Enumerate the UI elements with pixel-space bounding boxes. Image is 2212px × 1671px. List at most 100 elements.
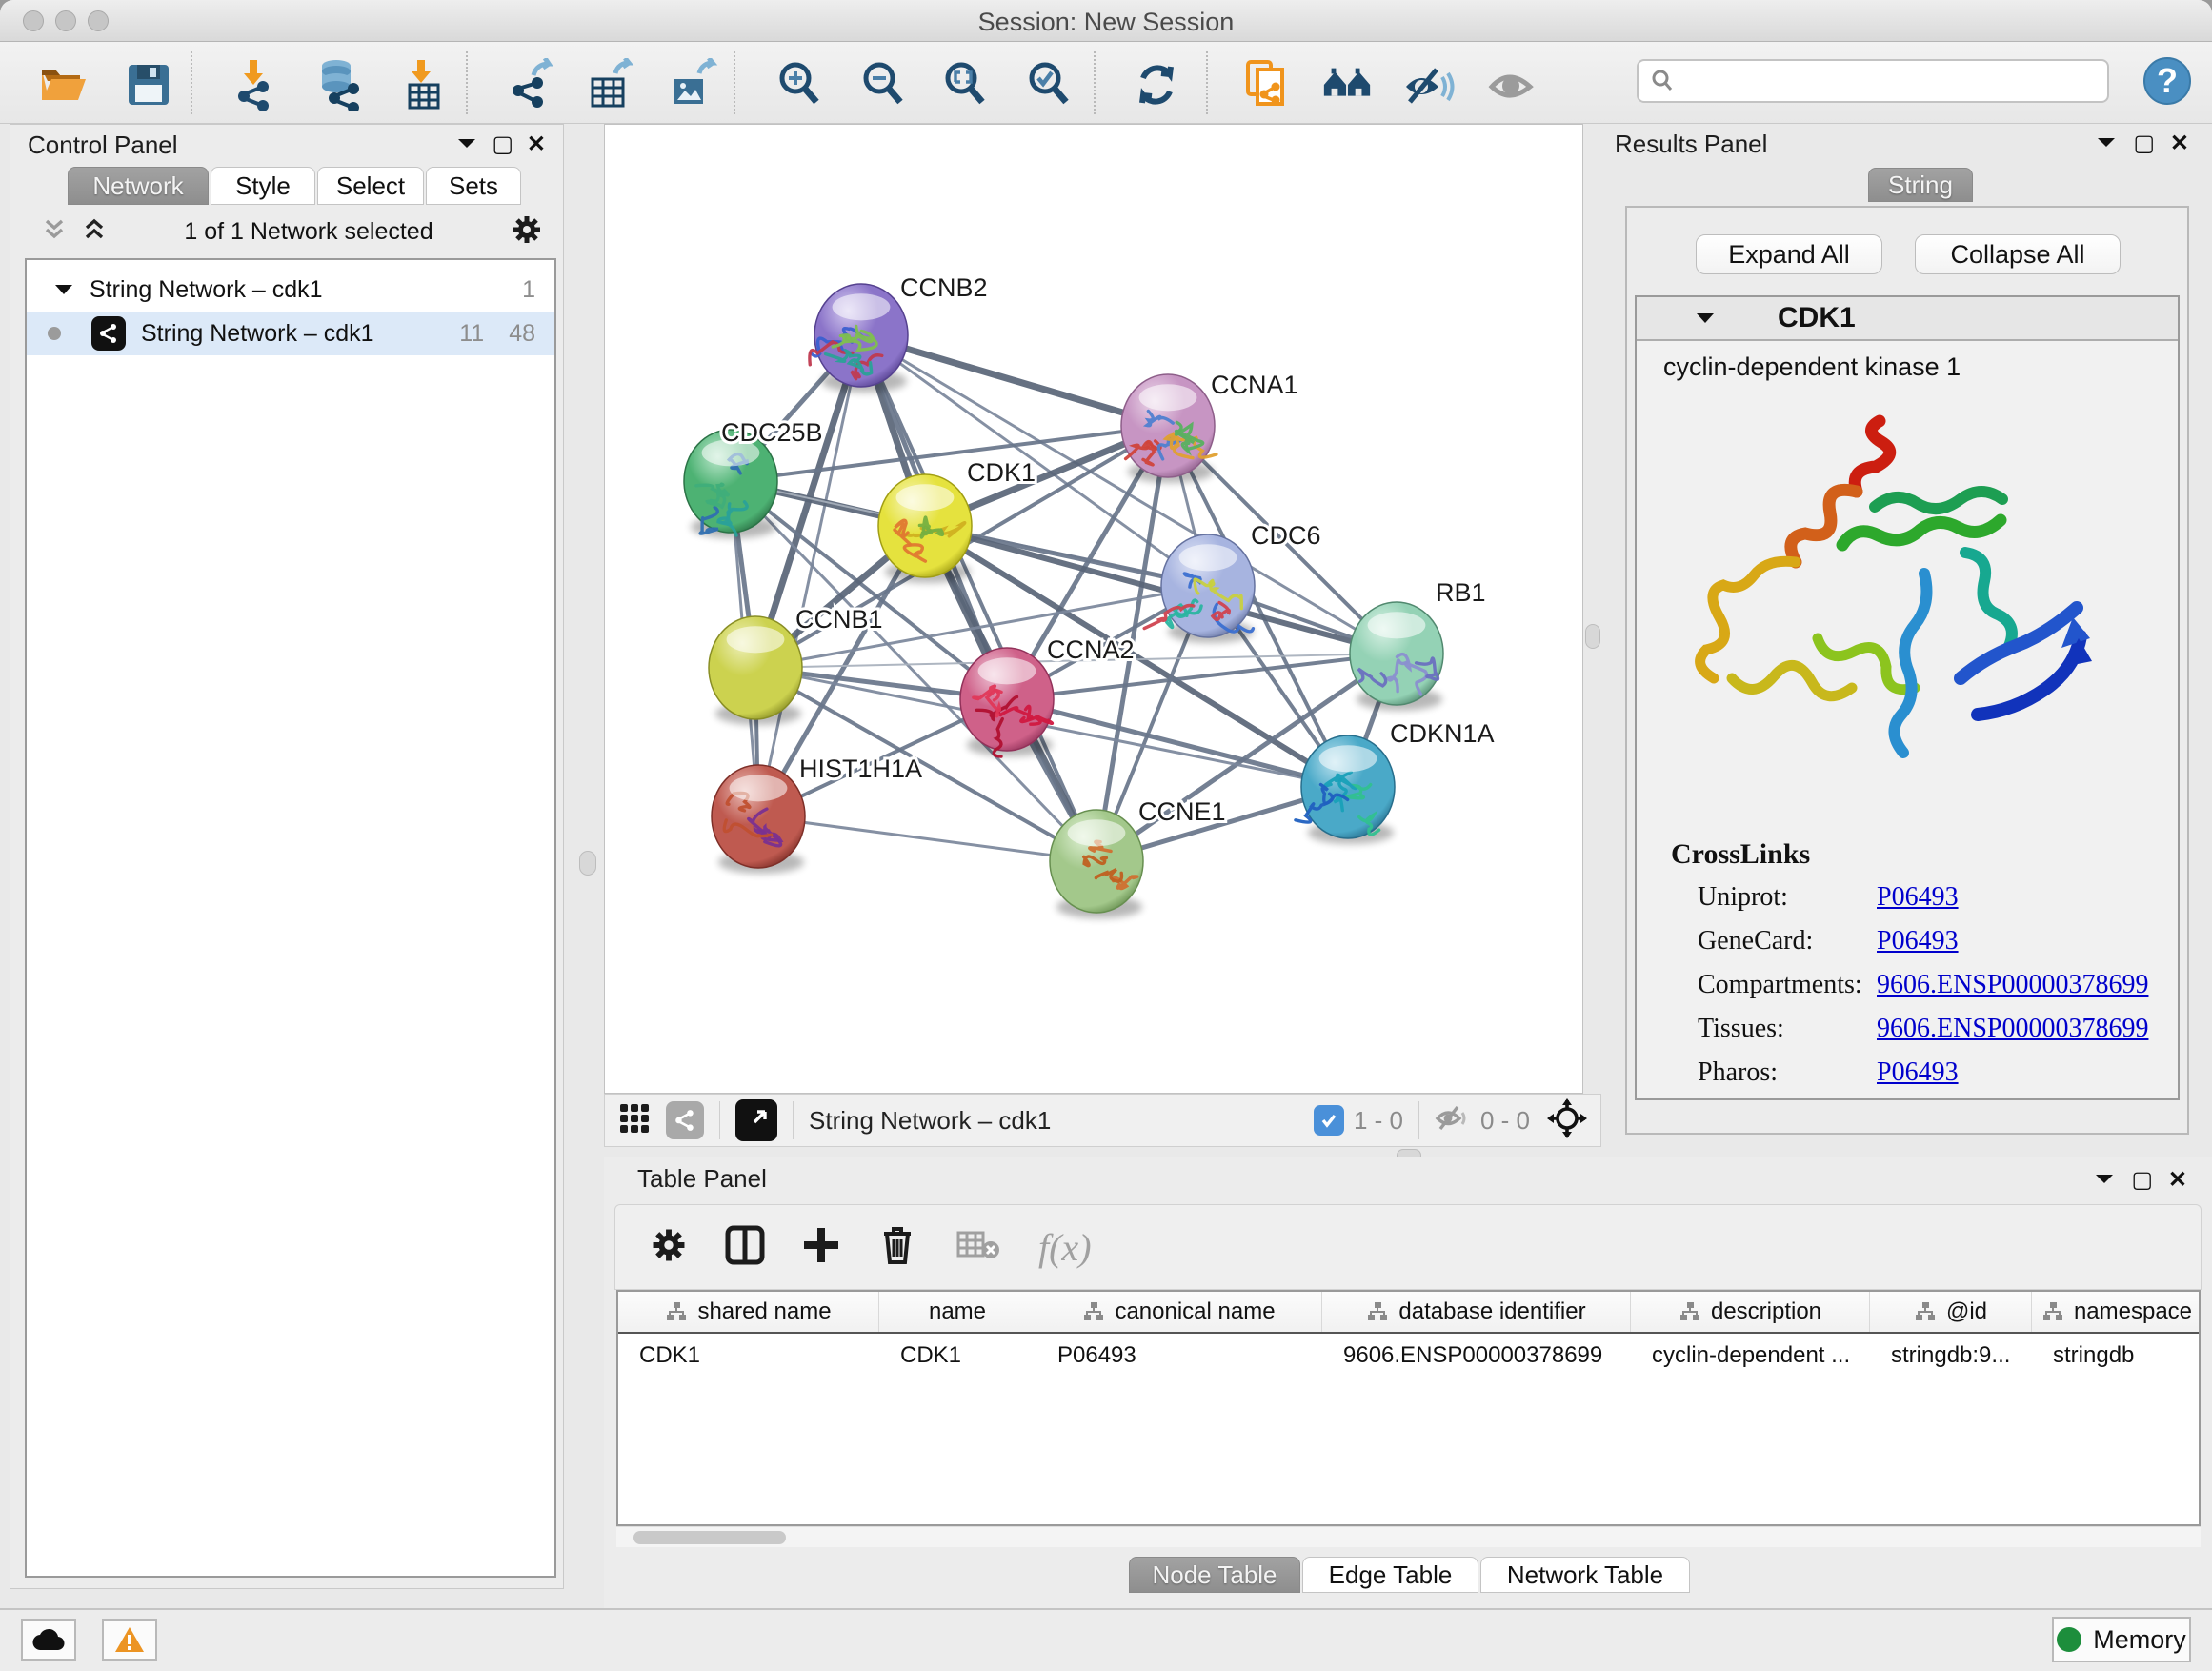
- crosslink-link[interactable]: 9606.ENSP00000378699: [1877, 970, 2148, 1000]
- table-settings-gear-icon[interactable]: [650, 1226, 688, 1269]
- tab-string[interactable]: String: [1868, 168, 1973, 202]
- add-column-icon[interactable]: [800, 1224, 842, 1271]
- table-panel-menu-arrow[interactable]: [2092, 1168, 2117, 1194]
- scrollbar-thumb[interactable]: [633, 1531, 786, 1544]
- warnings-button[interactable]: [102, 1619, 157, 1661]
- table-row[interactable]: CDK1CDK1P064939606.ENSP00000378699cyclin…: [618, 1334, 2199, 1378]
- section-collapse-arrow[interactable]: [1694, 309, 1717, 328]
- table-cell[interactable]: stringdb:9...: [1870, 1334, 2032, 1378]
- network-edge[interactable]: [758, 335, 861, 816]
- network-node-hist1h1a[interactable]: HIST1H1A: [712, 755, 922, 874]
- control-panel-menu-arrow[interactable]: [454, 132, 479, 158]
- column-header-description[interactable]: description: [1631, 1292, 1870, 1332]
- network-edge[interactable]: [861, 335, 1168, 426]
- table-panel-float-button[interactable]: ▢: [2131, 1166, 2153, 1194]
- collapse-all-button[interactable]: Collapse All: [1915, 234, 2121, 274]
- network-node-ccne1[interactable]: CCNE1: [1050, 797, 1226, 918]
- tab-style[interactable]: Style: [211, 167, 315, 205]
- hidden-eye-icon[interactable]: [1435, 1103, 1471, 1138]
- splitter-handle[interactable]: [579, 851, 596, 876]
- table-cell[interactable]: 9606.ENSP00000378699: [1322, 1334, 1631, 1378]
- search-field[interactable]: [1637, 59, 2109, 103]
- crosslink-row: GeneCard:P06493: [1698, 926, 2170, 956]
- tab-sets[interactable]: Sets: [426, 167, 521, 205]
- column-header-namespace[interactable]: namespace: [2032, 1292, 2201, 1332]
- save-session-icon[interactable]: [122, 58, 175, 111]
- zoom-in-icon[interactable]: [774, 58, 827, 111]
- tab-node-table[interactable]: Node Table: [1129, 1557, 1300, 1593]
- network-row[interactable]: String Network – cdk1 11 48: [27, 312, 554, 355]
- warning-icon: [113, 1625, 146, 1654]
- splitter-handle[interactable]: [1585, 624, 1600, 649]
- table-cell[interactable]: CDK1: [618, 1334, 879, 1378]
- search-input[interactable]: [1684, 67, 2096, 95]
- expand-all-button[interactable]: Expand All: [1696, 234, 1882, 274]
- control-panel-float-button[interactable]: ▢: [492, 131, 513, 158]
- help-button[interactable]: ?: [2143, 57, 2191, 105]
- apply-layout-icon[interactable]: [1130, 58, 1183, 111]
- function-builder-icon[interactable]: f(x): [1038, 1225, 1092, 1270]
- crosslink-link[interactable]: P06493: [1877, 1057, 1959, 1088]
- show-all-icon[interactable]: [1486, 58, 1539, 111]
- network-canvas[interactable]: CCNB2CCNA1CDC25BCDK1CDC6RB1CCNB1CCNA2CDK…: [604, 124, 1583, 1094]
- collapse-all-tree-icon[interactable]: [42, 216, 67, 248]
- import-network-file-icon[interactable]: [227, 58, 280, 111]
- column-header--id[interactable]: @id: [1870, 1292, 2032, 1332]
- memory-button[interactable]: Memory: [2052, 1617, 2191, 1662]
- results-panel-close-button[interactable]: ✕: [2170, 130, 2189, 157]
- results-panel-menu-arrow[interactable]: [2094, 131, 2119, 157]
- column-type-icon: [665, 1301, 688, 1322]
- network-share-view-icon[interactable]: [666, 1101, 704, 1139]
- delete-column-icon[interactable]: [878, 1224, 916, 1271]
- expand-all-tree-icon[interactable]: [82, 216, 107, 248]
- node-details-header[interactable]: CDK1: [1637, 297, 2178, 341]
- tab-network[interactable]: Network: [68, 167, 209, 205]
- tab-network-table[interactable]: Network Table: [1480, 1557, 1690, 1593]
- table-cell[interactable]: CDK1: [879, 1334, 1036, 1378]
- network-edge[interactable]: [758, 816, 1096, 861]
- network-node-cdk1[interactable]: CDK1: [878, 458, 1036, 583]
- network-node-rb1[interactable]: RB1: [1350, 578, 1486, 711]
- results-panel-float-button[interactable]: ▢: [2133, 130, 2155, 157]
- birdseye-view-icon[interactable]: [735, 1099, 777, 1141]
- tab-edge-table[interactable]: Edge Table: [1302, 1557, 1478, 1593]
- open-session-icon[interactable]: [36, 58, 90, 111]
- import-table-file-icon[interactable]: [396, 58, 450, 111]
- export-image-icon[interactable]: [665, 58, 718, 111]
- grid-view-icon[interactable]: [618, 1102, 651, 1139]
- crosslink-link[interactable]: 9606.ENSP00000378699: [1877, 1014, 2148, 1044]
- network-node-ccnb2[interactable]: CCNB2: [810, 273, 988, 393]
- titlebar: Session: New Session: [0, 0, 2212, 42]
- delete-table-icon[interactable]: [956, 1229, 1000, 1266]
- table-panel-close-button[interactable]: ✕: [2168, 1166, 2187, 1194]
- zoom-selected-icon[interactable]: [1023, 58, 1076, 111]
- cloud-status-button[interactable]: [21, 1619, 76, 1661]
- collection-expand-arrow[interactable]: [53, 281, 74, 298]
- fit-content-crosshair-icon[interactable]: [1547, 1098, 1587, 1143]
- table-horizontal-scrollbar[interactable]: [616, 1526, 2201, 1547]
- zoom-out-icon[interactable]: [857, 58, 911, 111]
- selected-checkbox-icon[interactable]: [1314, 1105, 1344, 1136]
- network-collection-row[interactable]: String Network – cdk1 1: [27, 268, 554, 312]
- table-cell[interactable]: stringdb: [2032, 1334, 2201, 1378]
- export-table-icon[interactable]: [583, 58, 636, 111]
- hide-selection-icon[interactable]: [1402, 58, 1456, 111]
- table-cell[interactable]: cyclin-dependent ...: [1631, 1334, 1870, 1378]
- column-header-canonical-name[interactable]: canonical name: [1036, 1292, 1322, 1332]
- tab-label: Node Table: [1152, 1560, 1277, 1590]
- zoom-fit-icon[interactable]: [939, 58, 993, 111]
- network-options-gear-icon[interactable]: [511, 213, 543, 251]
- crosslink-link[interactable]: P06493: [1877, 882, 1959, 913]
- import-network-database-icon[interactable]: [312, 58, 365, 111]
- column-header-name[interactable]: name: [879, 1292, 1036, 1332]
- column-header-database-identifier[interactable]: database identifier: [1322, 1292, 1631, 1332]
- first-neighbors-icon[interactable]: [1320, 58, 1374, 111]
- show-columns-icon[interactable]: [724, 1224, 766, 1271]
- table-cell[interactable]: P06493: [1036, 1334, 1322, 1378]
- crosslink-link[interactable]: P06493: [1877, 926, 1959, 956]
- new-network-from-selection-icon[interactable]: [1240, 58, 1294, 111]
- control-panel-close-button[interactable]: ✕: [527, 131, 546, 158]
- tab-select[interactable]: Select: [317, 167, 424, 205]
- export-network-icon[interactable]: [505, 58, 558, 111]
- column-header-shared-name[interactable]: shared name: [618, 1292, 879, 1332]
